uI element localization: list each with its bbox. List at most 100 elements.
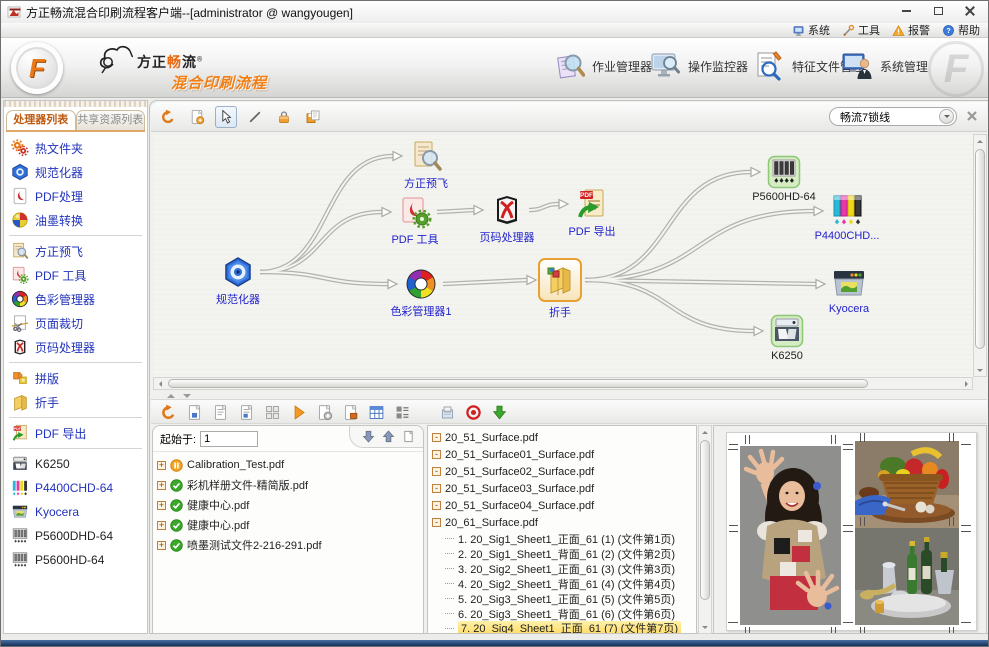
recycle-bin-button[interactable] [436, 401, 457, 422]
sidebar-item-pdf-tools[interactable]: PDF 工具 [4, 263, 147, 287]
expand-icon[interactable]: + [157, 501, 166, 510]
stop-record-button[interactable] [462, 401, 483, 422]
sidebar-item-page-crop[interactable]: 页面裁切 [4, 311, 147, 335]
view-grid-button[interactable] [261, 401, 282, 422]
close-button[interactable] [954, 1, 986, 21]
surface-panel-scrollbar[interactable] [698, 425, 712, 634]
collapse-icon[interactable]: - [432, 484, 441, 493]
view-page-button[interactable] [183, 401, 204, 422]
expand-icon[interactable]: + [157, 481, 166, 490]
job-file-row[interactable]: + Calibration_Test.pdf [157, 455, 421, 475]
maximize-button[interactable] [922, 1, 954, 21]
surface-page-row[interactable]: 3. 20_Sig2_Sheet1_正面_61 (3) (文件第3页) [432, 561, 694, 576]
surface-page-row[interactable]: 7. 20_Sig4_Sheet1_正面_61 (7) (文件第7页) [432, 621, 694, 634]
workflow-selector[interactable]: 畅流7锁线 [829, 107, 957, 126]
surface-page-row[interactable]: 5. 20_Sig3_Sheet1_正面_61 (5) (文件第5页) [432, 591, 694, 606]
system-manager-button[interactable]: 系统管理 [841, 50, 928, 82]
sidebar-item-ink-convert[interactable]: 油墨转换 [4, 208, 147, 232]
chevron-down-icon[interactable] [939, 109, 954, 124]
sidebar-item-printer-p5600dhd[interactable]: P5600DHD-64 [4, 524, 147, 548]
run-flow-button[interactable] [287, 401, 308, 422]
brand-logo-button[interactable]: F [11, 42, 63, 94]
surface-file-row[interactable]: - 20_51_Surface02_Surface.pdf [432, 463, 694, 480]
menu-help[interactable]: ?帮助 [942, 22, 980, 38]
job-file-row[interactable]: + 彩机样册文件-精简版.pdf [157, 475, 421, 495]
job-file-row[interactable]: + 喷墨测试文件2-216-291.pdf [157, 535, 421, 555]
sidebar-item-printer-p4400chd[interactable]: P4400CHD-64 [4, 476, 147, 500]
edit-page-button[interactable] [235, 401, 256, 422]
node-pdf-tools[interactable]: PDF 工具 [370, 195, 460, 247]
sidebar-item-hot-folder[interactable]: 热文件夹 [4, 136, 147, 160]
sidebar-item-printer-p5600hd[interactable]: P5600HD-64 [4, 548, 147, 572]
lock-button[interactable] [273, 106, 295, 128]
surface-page-row[interactable]: 2. 20_Sig1_Sheet1_背面_61 (2) (文件第2页) [432, 546, 694, 561]
node-color-manager[interactable]: 色彩管理器1 [376, 267, 466, 319]
collapse-icon[interactable]: - [432, 433, 441, 442]
view-table-button[interactable] [365, 401, 386, 422]
minimize-button[interactable] [890, 1, 922, 21]
save-button[interactable] [302, 106, 324, 128]
node-page-number[interactable]: 页码处理器 [462, 193, 552, 245]
surface-page-row[interactable]: 6. 20_Sig3_Sheet1_背面_61 (6) (文件第6页) [432, 606, 694, 621]
workflow-canvas[interactable]: 规范化器 方正预飞 PDF 工具 页码处理器 PDF PDF 导出 色彩管理器1… [153, 134, 973, 377]
surface-page-row[interactable]: 4. 20_Sig2_Sheet1_背面_61 (4) (文件第4页) [432, 576, 694, 591]
operation-monitor-button[interactable]: 操作监控器 [649, 50, 748, 82]
node-kyocera[interactable]: Kyocera [804, 267, 894, 315]
sidebar-item-normalizer[interactable]: 规范化器 [4, 160, 147, 184]
sidebar-item-printer-kyocera[interactable]: Kyocera [4, 500, 147, 524]
collapse-icon[interactable]: - [432, 467, 441, 476]
collapse-icon[interactable]: - [432, 450, 441, 459]
node-k6250[interactable]: K6250 [742, 314, 832, 362]
expand-icon[interactable]: + [157, 541, 166, 550]
view-list-button[interactable] [391, 401, 412, 422]
splitter-up-icon[interactable] [167, 390, 175, 398]
sidebar-item-pdf-export[interactable]: PDFPDF 导出 [4, 421, 147, 445]
sidebar-item-imposition[interactable]: 拼版 [4, 366, 147, 390]
new-page-icon[interactable] [402, 430, 415, 443]
surface-page-row[interactable]: 1. 20_Sig1_Sheet1_正面_61 (1) (文件第1页) [432, 531, 694, 546]
canvas-horizontal-scrollbar[interactable] [153, 377, 973, 390]
tab-shared-resource-list[interactable]: 共享资源列表 [76, 110, 146, 130]
new-flow-button[interactable] [186, 106, 208, 128]
menu-system[interactable]: 系统 [792, 22, 830, 38]
import-down-button[interactable] [488, 401, 509, 422]
job-file-row[interactable]: + 健康中心.pdf [157, 515, 421, 535]
sidebar-item-page-number[interactable]: 页码处理器 [4, 335, 147, 359]
expand-icon[interactable]: + [157, 461, 166, 470]
node-normalizer[interactable]: 规范化器 [193, 255, 283, 307]
job-file-row[interactable]: + 健康中心.pdf [157, 495, 421, 515]
surface-file-row[interactable]: - 20_51_Surface01_Surface.pdf [432, 446, 694, 463]
view-text-button[interactable] [209, 401, 230, 422]
expand-icon[interactable]: + [157, 521, 166, 530]
select-button[interactable] [215, 106, 237, 128]
menu-alarm[interactable]: 报警 [892, 22, 930, 38]
canvas-vertical-scrollbar[interactable] [973, 134, 987, 377]
surface-file-row[interactable]: - 20_61_Surface.pdf [432, 514, 694, 531]
sidebar-item-folding[interactable]: 折手 [4, 390, 147, 414]
collapse-icon[interactable]: - [432, 518, 441, 527]
sidebar-item-preflight[interactable]: 方正预飞 [4, 239, 147, 263]
sidebar-item-color-manager[interactable]: 色彩管理器 [4, 287, 147, 311]
start-at-input[interactable] [200, 431, 258, 447]
move-down-icon[interactable] [362, 430, 375, 443]
node-pdf-export[interactable]: PDF PDF 导出 [547, 187, 637, 239]
surface-file-row[interactable]: - 20_51_Surface04_Surface.pdf [432, 497, 694, 514]
node-preflight[interactable]: 方正预飞 [381, 139, 471, 191]
surface-file-row[interactable]: - 20_51_Surface.pdf [432, 429, 694, 446]
tab-processor-list[interactable]: 处理器列表 [6, 110, 76, 130]
node-p4400chd[interactable]: P4400CHD... [802, 194, 892, 242]
close-workflow-icon[interactable] [965, 109, 979, 123]
menu-tools[interactable]: 工具 [842, 22, 880, 38]
move-up-icon[interactable] [382, 430, 395, 443]
panel-splitter[interactable] [151, 391, 987, 399]
undo-button[interactable] [157, 106, 179, 128]
connect-button[interactable] [244, 106, 266, 128]
surface-file-row[interactable]: - 20_51_Surface03_Surface.pdf [432, 480, 694, 497]
sidebar-item-pdf-process[interactable]: PDF处理 [4, 184, 147, 208]
sidebar-item-printer-k6250[interactable]: K6250 [4, 452, 147, 476]
undo-button[interactable] [157, 401, 178, 422]
stamp-file-button[interactable] [339, 401, 360, 422]
collapse-icon[interactable]: - [432, 501, 441, 510]
add-file-button[interactable] [313, 401, 334, 422]
node-folding[interactable]: 折手 [515, 258, 605, 320]
